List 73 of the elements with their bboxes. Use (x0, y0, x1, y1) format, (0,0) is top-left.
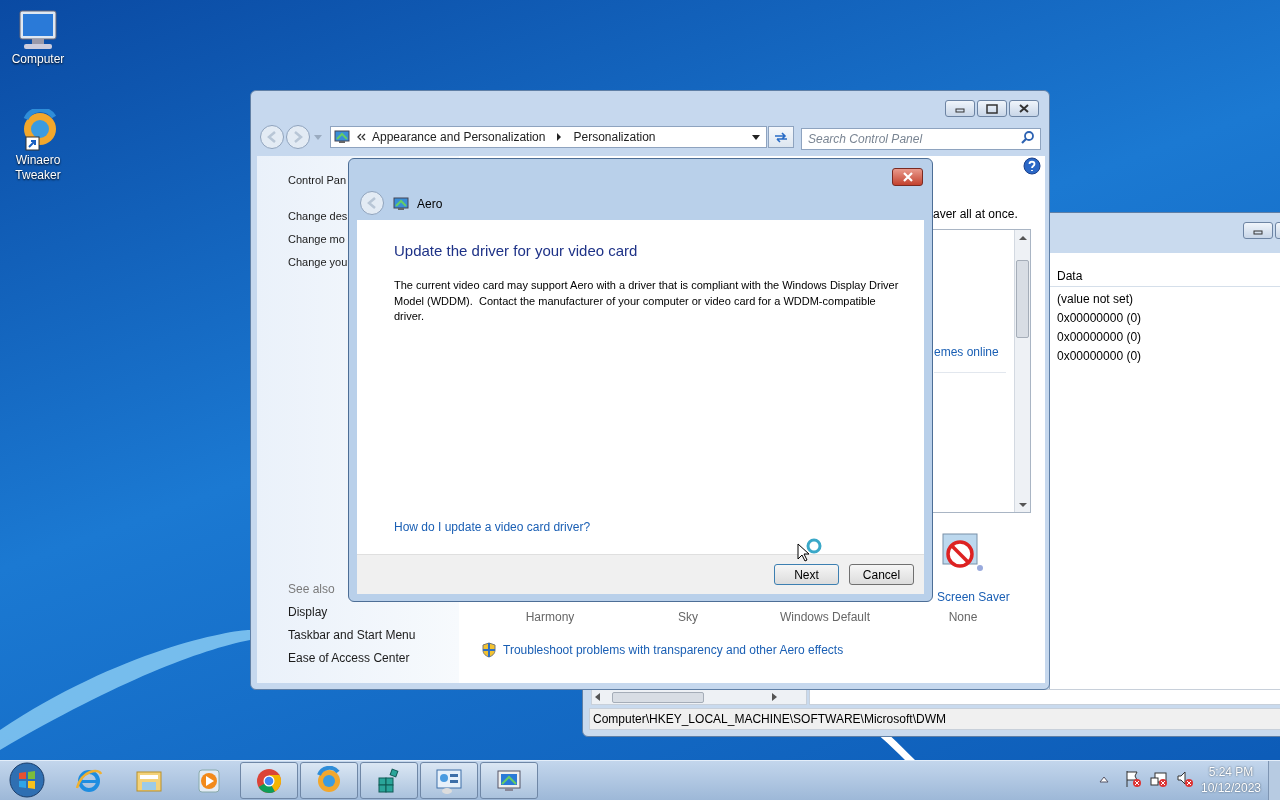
link[interactable]: emes online (934, 343, 999, 361)
flag-error-icon (1124, 770, 1142, 788)
network-error-icon (1150, 770, 1168, 788)
sidebar-link[interactable]: Change you (288, 251, 348, 274)
table-cell-text: (value not set) (1056, 291, 1135, 308)
desktop-icon-label[interactable]: Computer (7, 52, 69, 67)
maximize-button[interactable] (977, 100, 1007, 117)
search-icon (1021, 130, 1035, 144)
screen-saver-link[interactable]: Screen Saver (937, 587, 1010, 607)
close-button[interactable] (1009, 100, 1039, 117)
taskbar-button[interactable] (300, 762, 358, 799)
taskbar-button[interactable] (480, 762, 538, 799)
show-desktop-button[interactable] (1268, 761, 1280, 800)
table-cell-text: 0x00000000 (0) (1056, 310, 1143, 327)
desktop-icon-label[interactable]: Winaero Tweaker (0, 153, 76, 183)
dropdown-caret-icon (313, 133, 323, 141)
dialog-button[interactable]: Next (774, 564, 839, 585)
back-button-icon (259, 124, 285, 150)
refresh-icon (773, 130, 789, 144)
theme-name: Windows Default (778, 609, 871, 626)
maximize-icon (986, 103, 998, 114)
close-icon (1018, 103, 1030, 114)
monitor-icon (393, 197, 409, 211)
breadcrumb-arrow-icon (555, 132, 564, 142)
minimize-button[interactable] (945, 100, 975, 117)
clock-date: 10/12/2023 (1200, 780, 1262, 796)
dialog-message: The current video card may support Aero with a driver that is compliant with the Windows Display Driver Model (WDDM). Contact the manufacturer of your computer or video card for a WDDM-compatible driver. (394, 278, 900, 324)
theme-name: Sky (677, 609, 699, 626)
dialog-button[interactable]: Cancel (849, 564, 914, 585)
minimize-button[interactable] (1243, 222, 1273, 239)
sidebar-link[interactable]: Taskbar and Start Menu (288, 624, 416, 647)
screen-saver-value: None (947, 609, 979, 626)
monitor-icon (334, 130, 350, 144)
troubleshoot-link[interactable]: Troubleshoot problems with transparency and other Aero effects (503, 641, 844, 659)
sidebar-link[interactable]: Change des (288, 205, 348, 228)
start-button-icon (7, 761, 47, 799)
back-button-icon (359, 190, 385, 216)
sidebar-link[interactable]: Display (288, 601, 416, 624)
taskbar-button[interactable] (420, 762, 478, 799)
shield-icon (481, 642, 497, 658)
down-arrow-icon (1017, 500, 1028, 510)
dropdown-caret-icon (751, 133, 761, 141)
section-heading: See also (288, 581, 336, 598)
vertical-scrollbar[interactable] (1014, 230, 1030, 512)
up-arrow-icon (1098, 774, 1110, 784)
sidebar-link[interactable]: Change mo (288, 228, 345, 251)
clock-time: 5:24 PM (1208, 764, 1254, 780)
help-link[interactable]: How do I update a video card driver? (394, 518, 591, 536)
breadcrumb[interactable]: Personalization (573, 128, 656, 146)
status-bar: Computer\HKEY_LOCAL_MACHINE\SOFTWARE\Microsoft\DWM (589, 708, 1280, 730)
speaker-muted-icon (1176, 770, 1194, 788)
breadcrumb[interactable]: Appearance and Personalization (372, 128, 546, 146)
scrollbar-thumb[interactable] (612, 691, 704, 703)
refresh-button[interactable] (768, 126, 794, 148)
search-field[interactable]: Search Control Panel (801, 128, 1041, 150)
table-cell-text: 0x00000000 (0) (1056, 329, 1143, 346)
taskbar-button[interactable] (360, 762, 418, 799)
address-bar[interactable]: Appearance and Personalization Personalization (330, 126, 767, 148)
table-cell-text: 0x00000000 (0) (1056, 348, 1143, 365)
up-arrow-icon (1017, 233, 1028, 243)
taskbar-button[interactable] (240, 762, 298, 799)
close-icon (901, 172, 914, 182)
forward-button-icon (285, 124, 311, 150)
column-header[interactable]: Data (1050, 265, 1090, 286)
sidebar-link[interactable]: Ease of Access Center (288, 647, 416, 670)
sidebar-link[interactable]: Control Pan (288, 169, 347, 192)
theme-name: Harmony (524, 609, 576, 626)
close-button[interactable] (892, 168, 923, 186)
dialog-heading: Update the driver for your video card (394, 241, 638, 261)
description-text: aver all at once. (933, 206, 1018, 223)
dialog-title: Aero (417, 196, 443, 213)
chevrons-icon (356, 132, 366, 142)
scrollbar-thumb[interactable] (1016, 260, 1029, 338)
